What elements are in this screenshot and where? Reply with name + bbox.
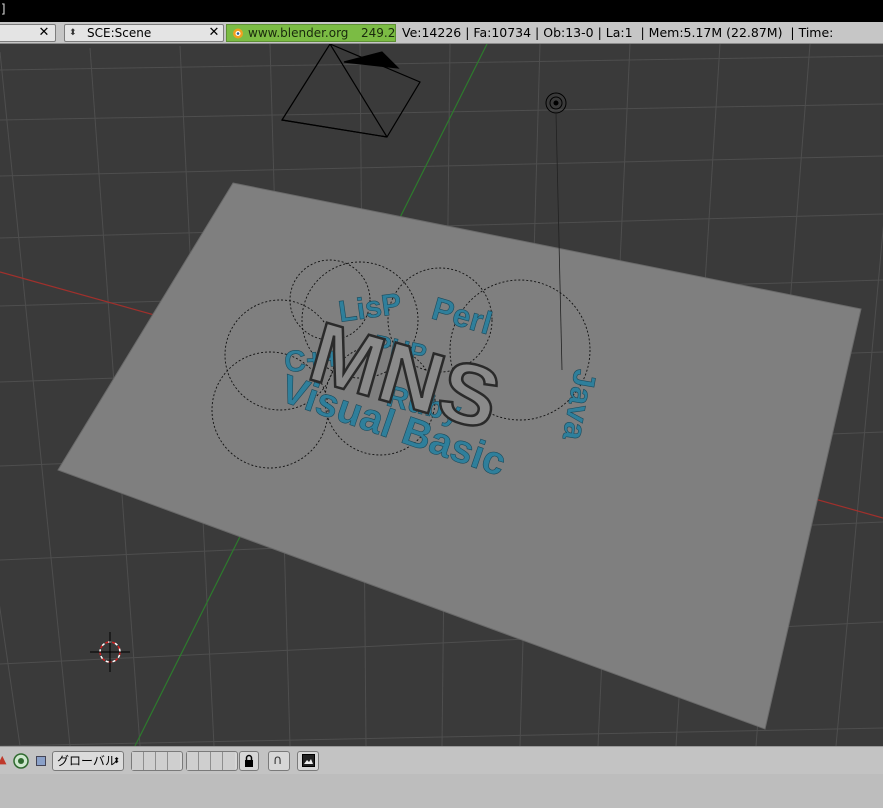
layer-toggle[interactable]: [132, 752, 144, 770]
scene-browse-field[interactable]: ⬍ SCE:Scene ✕: [64, 24, 224, 42]
scene-name: SCE:Scene: [87, 26, 152, 40]
close-screen-icon[interactable]: ✕: [35, 25, 53, 41]
layer-toggle[interactable]: [156, 752, 168, 770]
layer-buttons-b[interactable]: [186, 751, 238, 771]
draw-type-icon[interactable]: ▲: [0, 753, 8, 767]
orientation-dropdown[interactable]: グローバル ⬍: [52, 751, 124, 771]
window-top-strip: ]: [0, 0, 883, 22]
layer-toggle[interactable]: [223, 752, 235, 770]
layer-toggle[interactable]: [168, 752, 180, 770]
blender-site-badge[interactable]: www.blender.org 249.2: [226, 24, 396, 42]
close-scene-icon[interactable]: ✕: [205, 25, 223, 41]
layer-toggle[interactable]: [144, 752, 156, 770]
viewport-canvas[interactable]: LisP Perl C++ PHP Ruby Java Visual Basic…: [0, 44, 883, 746]
info-header: ✕ ⬍ SCE:Scene ✕ www.blender.org 249.2 Ve…: [0, 22, 883, 44]
magnet-icon: ∩: [273, 753, 283, 768]
blender-logo-icon: [233, 28, 243, 39]
pivot-icon[interactable]: [12, 752, 30, 770]
updown-arrow-icon[interactable]: ⬍: [69, 25, 77, 41]
lower-panel-area: [0, 774, 883, 808]
lock-layers-button[interactable]: [239, 751, 259, 771]
render-preview-button[interactable]: [297, 751, 319, 771]
scene-stats: Ve:14226 | Fa:10734 | Ob:13-0 | La:1 | M…: [402, 25, 834, 40]
site-label: www.blender.org: [248, 26, 349, 40]
layer-toggle[interactable]: [187, 752, 199, 770]
orientation-label: グローバル: [57, 754, 117, 768]
manipulator-icon[interactable]: [36, 756, 46, 766]
layer-toggle[interactable]: [211, 752, 223, 770]
3d-view-header: ▲ グローバル ⬍ ∩: [0, 746, 883, 774]
snap-button[interactable]: ∩: [268, 751, 290, 771]
layer-toggle[interactable]: [199, 752, 211, 770]
3d-viewport[interactable]: LisP Perl C++ PHP Ruby Java Visual Basic…: [0, 44, 883, 746]
image-icon: [302, 754, 315, 767]
lock-icon: [245, 754, 253, 767]
layer-buttons-a[interactable]: [131, 751, 183, 771]
dropdown-arrows-icon: ⬍: [113, 756, 120, 765]
version-label: 249.2: [361, 26, 396, 40]
screen-browse-field[interactable]: ✕: [0, 24, 56, 42]
window-edge-glyph: ]: [0, 2, 8, 16]
